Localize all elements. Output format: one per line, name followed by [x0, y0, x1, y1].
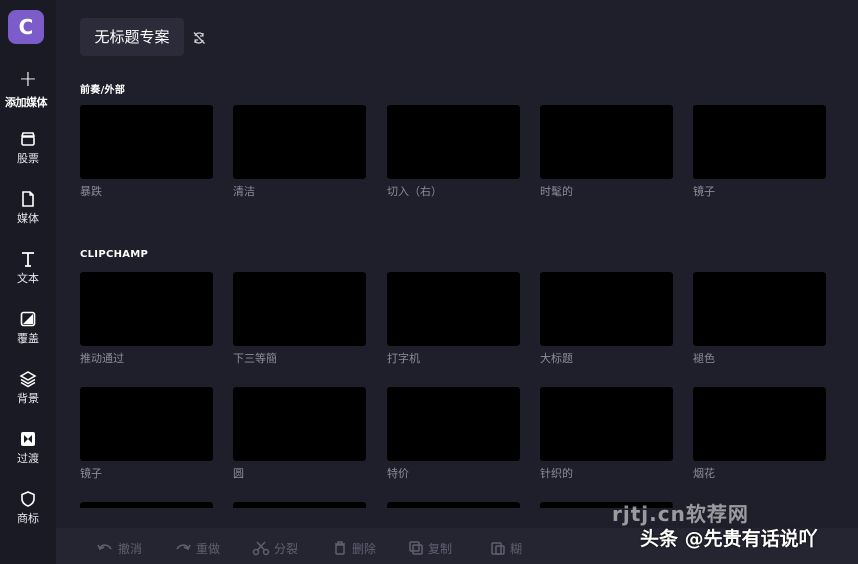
template-thumbnail[interactable] — [80, 502, 213, 508]
split-button[interactable]: 分裂 — [252, 540, 298, 556]
template-caption: 暴跌 — [80, 185, 102, 198]
sync-off-icon[interactable] — [192, 30, 206, 44]
paste-icon — [491, 542, 505, 555]
template-caption: 打字机 — [387, 352, 420, 365]
sidebar-item-background[interactable]: 背景 — [0, 370, 56, 406]
template-caption: 推动通过 — [80, 352, 124, 365]
template-caption: 大标题 — [540, 352, 573, 365]
template-caption: 针织的 — [540, 467, 573, 480]
template-thumbnail[interactable] — [233, 387, 366, 461]
layers-icon — [19, 370, 37, 388]
undo-button[interactable]: 撤消 — [96, 540, 142, 556]
transition-icon — [19, 430, 37, 448]
sidebar-item-brand[interactable]: 商标 — [0, 490, 56, 526]
paste-label: 糊 — [510, 541, 523, 556]
template-caption: 时髦的 — [540, 185, 573, 198]
stock-icon — [19, 130, 37, 148]
template-caption: 褪色 — [693, 352, 715, 365]
template-thumbnail[interactable] — [233, 272, 366, 346]
template-thumbnail[interactable] — [233, 502, 366, 508]
redo-button[interactable]: 重做 — [174, 540, 220, 556]
add-media-label: 添加媒体 — [5, 96, 48, 109]
sidebar-item-transition[interactable]: 过渡 — [0, 430, 56, 466]
sidebar-item-stock[interactable]: 股票 — [0, 130, 56, 166]
sidebar-item-label: 覆盖 — [17, 332, 39, 345]
sidebar-item-overlay[interactable]: 覆盖 — [0, 310, 56, 346]
template-thumbnail[interactable] — [693, 105, 826, 179]
template-thumbnail[interactable] — [80, 387, 213, 461]
template-thumbnail[interactable] — [387, 105, 520, 179]
delete-button[interactable]: 删除 — [332, 540, 376, 556]
sidebar-item-label: 过渡 — [17, 452, 39, 465]
sidebar-item-label: 商标 — [17, 512, 39, 525]
template-thumbnail[interactable] — [540, 105, 673, 179]
template-caption: 切入（右） — [387, 185, 442, 198]
sidebar-item-label: 背景 — [17, 392, 39, 405]
template-caption: 特价 — [387, 467, 409, 480]
template-caption: 清洁 — [233, 185, 255, 198]
redo-label: 重做 — [196, 541, 221, 556]
section-title-clipchamp: CLIPCHAMP — [80, 249, 149, 260]
shield-icon — [19, 490, 37, 508]
template-thumbnail[interactable] — [540, 387, 673, 461]
undo-icon — [97, 544, 112, 551]
template-thumbnail[interactable] — [233, 105, 366, 179]
sidebar-item-media[interactable]: 媒体 — [0, 190, 56, 226]
template-caption: 烟花 — [693, 467, 715, 480]
template-thumbnail[interactable] — [80, 105, 213, 179]
plus-icon: + — [18, 67, 38, 92]
sidebar-item-text[interactable]: 文本 — [0, 250, 56, 286]
undo-label: 撤消 — [118, 541, 143, 556]
left-sidebar: C + 添加媒体 股票 媒体 文本 覆盖 背景 过渡 商标 — [0, 0, 56, 564]
copy-icon — [409, 541, 423, 555]
split-label: 分裂 — [274, 541, 299, 556]
watermark-site: rjtj.cn软荐网 — [612, 502, 749, 526]
template-thumbnail[interactable] — [693, 272, 826, 346]
template-thumbnail[interactable] — [693, 387, 826, 461]
add-media-button[interactable]: + 添加媒体 — [0, 68, 56, 110]
template-thumbnail[interactable] — [80, 272, 213, 346]
delete-label: 删除 — [352, 541, 377, 556]
template-caption: 镜子 — [80, 467, 102, 480]
sidebar-item-label: 股票 — [17, 152, 39, 165]
redo-icon — [176, 544, 191, 551]
copy-button[interactable]: 复制 — [408, 540, 452, 556]
template-caption: 圆 — [233, 467, 244, 480]
copy-label: 复制 — [428, 541, 453, 556]
template-thumbnail[interactable] — [387, 272, 520, 346]
overlay-icon — [19, 310, 37, 328]
template-caption: 下三等簡 — [233, 352, 277, 365]
paste-button[interactable]: 糊 — [490, 540, 522, 556]
section-title-intro-outro: 前奏/外部 — [80, 85, 126, 96]
watermark-author: 头条 @先贵有话说吖 — [640, 528, 818, 550]
template-thumbnail[interactable] — [387, 387, 520, 461]
scissors-icon — [252, 541, 270, 556]
template-thumbnail[interactable] — [387, 502, 520, 508]
template-thumbnail[interactable] — [540, 272, 673, 346]
template-caption: 镜子 — [693, 185, 715, 198]
clipchamp-logo[interactable]: C — [8, 10, 44, 44]
text-icon — [19, 250, 37, 268]
sidebar-item-label: 文本 — [17, 272, 39, 285]
sidebar-item-label: 媒体 — [17, 212, 39, 225]
trash-icon — [335, 541, 345, 555]
project-title[interactable]: 无标题专案 — [80, 18, 184, 56]
file-icon — [19, 190, 37, 208]
